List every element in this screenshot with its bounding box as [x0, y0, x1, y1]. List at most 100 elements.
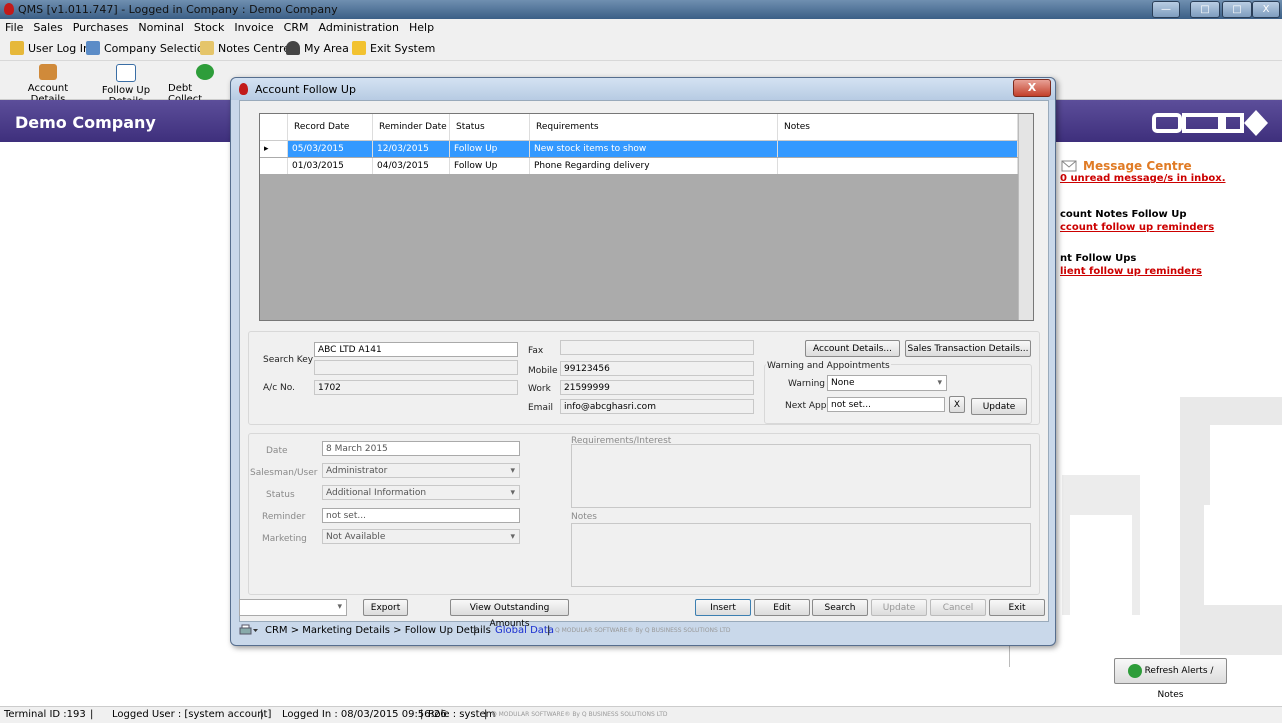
account-reminders-link[interactable]: ccount follow up reminders: [1060, 222, 1214, 233]
view-outstanding-amounts-button[interactable]: View Outstanding Amounts: [450, 599, 569, 629]
account-no-label: A/c No.: [263, 383, 295, 393]
insert-button[interactable]: Insert: [695, 599, 751, 616]
col-requirements[interactable]: Requirements: [530, 114, 778, 140]
marketing-select[interactable]: Not Available: [322, 529, 520, 544]
clear-next-app-button[interactable]: X: [949, 396, 965, 413]
salesman-label: Salesman/User: [250, 468, 318, 478]
user-login-icon: [10, 41, 24, 55]
date-label: Date: [266, 446, 288, 456]
status-label: Status: [266, 490, 295, 500]
reminder-label: Reminder: [262, 512, 306, 522]
bg-shape: [1180, 605, 1282, 655]
menu-sales[interactable]: Sales: [28, 19, 67, 36]
status-bar: Terminal ID :193 | Logged User : [system…: [0, 706, 1282, 723]
menu-file[interactable]: File: [0, 19, 28, 36]
col-record-date[interactable]: Record Date: [288, 114, 373, 140]
date-field[interactable]: 8 March 2015: [322, 441, 520, 456]
table-row[interactable]: ▸ 05/03/2015 12/03/2015 Follow Up New st…: [260, 141, 1018, 157]
cell-notes: [778, 141, 1018, 157]
account-notes-heading: count Notes Follow Up: [1060, 209, 1187, 220]
account-no-field: 1702: [314, 380, 518, 395]
refresh-alerts-button[interactable]: Refresh Alerts / Notes: [1114, 658, 1227, 700]
cell-reminder-date: 12/03/2015: [373, 141, 450, 157]
menu-invoice[interactable]: Invoice: [229, 19, 278, 36]
edit-button[interactable]: Edit: [754, 599, 810, 616]
table-row[interactable]: 01/03/2015 04/03/2015 Follow Up Phone Re…: [260, 158, 1018, 174]
notes-centre-button[interactable]: Notes Centre: [200, 41, 290, 55]
warning-select[interactable]: None: [827, 375, 947, 391]
next-app-label: Next App: [785, 401, 827, 411]
cell-record-date: 05/03/2015: [288, 141, 373, 157]
mail-icon: [1061, 160, 1077, 172]
maximize-button[interactable]: □: [1222, 1, 1252, 18]
reminder-field[interactable]: not set...: [322, 508, 520, 523]
export-button[interactable]: Export: [363, 599, 408, 616]
menu-crm[interactable]: CRM: [279, 19, 314, 36]
row-marker-icon: ▸: [260, 141, 288, 157]
exit-system-button[interactable]: Exit System: [352, 41, 435, 55]
people-icon: [39, 64, 57, 80]
window-title: QMS [v1.011.747] - Logged in Company : D…: [18, 3, 338, 16]
account-details-tool[interactable]: Account Details: [12, 62, 84, 105]
menu-nominal[interactable]: Nominal: [133, 19, 189, 36]
company-selection-label: Company Selection: [104, 41, 211, 55]
grid-scrollbar[interactable]: [1018, 114, 1033, 320]
next-app-field[interactable]: not set...: [827, 397, 945, 412]
cell-record-date: 01/03/2015: [288, 158, 373, 174]
user-login-button[interactable]: User Log In: [10, 41, 90, 55]
col-notes[interactable]: Notes: [778, 114, 1018, 140]
divider: [1009, 645, 1010, 667]
account-details-button[interactable]: Account Details...: [805, 340, 900, 357]
cancel-button[interactable]: Cancel: [930, 599, 986, 616]
client-reminders-link[interactable]: lient follow up reminders: [1060, 266, 1202, 277]
breadcrumb: CRM > Marketing Details > Follow Up Deta…: [265, 625, 491, 636]
warning-group-label: Warning and Appointments: [766, 361, 891, 371]
update-appointment-button[interactable]: Update: [971, 398, 1027, 415]
my-area-label: My Area: [304, 41, 349, 55]
grid-header: Record Date Reminder Date Status Require…: [260, 114, 1018, 141]
minimize-button[interactable]: □: [1190, 1, 1220, 18]
row-marker: [260, 158, 288, 174]
company-selection-button[interactable]: Company Selection: [86, 41, 211, 55]
printer-icon[interactable]: [239, 624, 259, 636]
status-select[interactable]: Additional Information: [322, 485, 520, 500]
cell-reminder-date: 04/03/2015: [373, 158, 450, 174]
exit-button[interactable]: Exit: [989, 599, 1045, 616]
logged-user: Logged User : [system account]: [112, 709, 272, 720]
cell-status: Follow Up: [450, 158, 530, 174]
search-button[interactable]: Search: [812, 599, 868, 616]
menu-administration[interactable]: Administration: [314, 19, 405, 36]
qms-app-icon: [4, 3, 14, 15]
dialog-close-button[interactable]: X: [1013, 79, 1051, 97]
unread-messages-link[interactable]: 0 unread message/s in inbox.: [1060, 173, 1226, 184]
update-button[interactable]: Update: [871, 599, 927, 616]
search-key-input[interactable]: ABC LTD A141: [314, 342, 518, 357]
close-button[interactable]: X: [1252, 1, 1280, 18]
refresh-label: Refresh Alerts / Notes: [1144, 666, 1214, 700]
quick-bar: User Log In Company Selection Notes Cent…: [0, 38, 1282, 61]
col-status[interactable]: Status: [450, 114, 530, 140]
email-field: info@abcghasri.com: [560, 399, 754, 414]
menu-purchases[interactable]: Purchases: [68, 19, 134, 36]
export-format-select[interactable]: [239, 599, 347, 616]
follow-up-grid[interactable]: Record Date Reminder Date Status Require…: [259, 113, 1034, 321]
notes-centre-label: Notes Centre: [218, 41, 291, 55]
separator: |: [473, 625, 477, 636]
restore-icon[interactable]: —: [1152, 1, 1180, 18]
col-reminder-date[interactable]: Reminder Date: [373, 114, 450, 140]
euro-icon: [196, 64, 214, 80]
bg-shape: [1070, 515, 1132, 655]
user-icon: [286, 41, 300, 55]
notes-textarea[interactable]: [571, 523, 1031, 587]
row-header-column: [260, 114, 288, 140]
my-area-button[interactable]: My Area: [286, 41, 349, 55]
menu-help[interactable]: Help: [404, 19, 439, 36]
dialog-app-icon: [239, 83, 248, 95]
copyright: Q MODULAR SOFTWARE® By Q BUSINESS SOLUTI…: [492, 711, 668, 718]
debt-collect-tool[interactable]: Debt Collect: [168, 62, 228, 105]
window-titlebar: QMS [v1.011.747] - Logged in Company : D…: [0, 0, 1282, 19]
menu-stock[interactable]: Stock: [189, 19, 229, 36]
salesman-select[interactable]: Administrator: [322, 463, 520, 478]
sales-transaction-details-button[interactable]: Sales Transaction Details...: [905, 340, 1031, 357]
requirements-textarea[interactable]: [571, 444, 1031, 508]
